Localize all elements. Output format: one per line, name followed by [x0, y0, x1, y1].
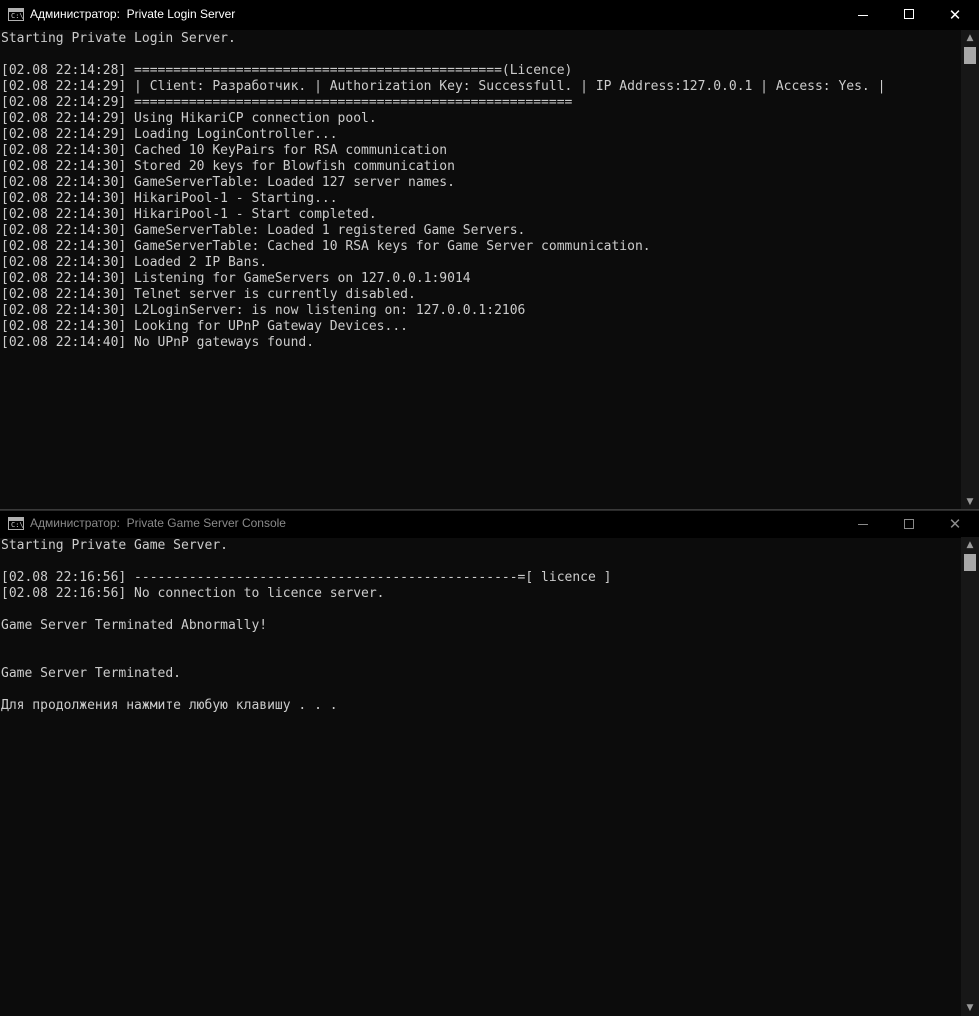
console-line: [02.08 22:14:29] Using HikariCP connecti…: [1, 111, 377, 126]
console-line: [02.08 22:14:30] HikariPool-1 - Start co…: [1, 207, 377, 222]
maximize-button[interactable]: [886, 0, 932, 30]
console-line: [02.08 22:16:56] -----------------------…: [1, 570, 612, 585]
minimize-button[interactable]: [840, 0, 886, 30]
scrollbar-thumb[interactable]: [964, 47, 976, 64]
console-line: Для продолжения нажмите любую клавишу . …: [1, 698, 338, 713]
scroll-down-icon[interactable]: ▼: [961, 494, 979, 510]
console-line: Starting Private Login Server.: [1, 31, 236, 46]
maximize-button[interactable]: [886, 511, 932, 538]
console-line: Starting Private Game Server.: [1, 538, 228, 553]
console-line: [02.08 22:14:40] No UPnP gateways found.: [1, 335, 315, 350]
scroll-down-icon[interactable]: ▼: [961, 1000, 979, 1016]
close-icon: ✕: [948, 515, 962, 533]
console-line: Game Server Terminated Abnormally!: [1, 618, 268, 633]
minimize-icon: [858, 524, 868, 525]
scrollbar-thumb[interactable]: [964, 554, 976, 571]
game-server-window: C:\ Администратор: Private Game Server C…: [0, 510, 979, 1016]
console-line: [02.08 22:14:30] GameServerTable: Loaded…: [1, 223, 526, 238]
console-line: [02.08 22:14:29] | Client: Разработчик. …: [1, 79, 886, 94]
title-bar[interactable]: C:\ Администратор: Private Login Server …: [0, 0, 979, 30]
console-line: [02.08 22:16:56] No connection to licenc…: [1, 586, 385, 601]
close-button[interactable]: ✕: [932, 511, 978, 538]
console-line: [02.08 22:14:28] =======================…: [1, 63, 573, 78]
minimize-icon: [858, 15, 868, 16]
vertical-scrollbar[interactable]: ▲ ▼: [961, 30, 979, 510]
console-line: Game Server Terminated.: [1, 666, 182, 681]
console-output[interactable]: Starting Private Game Server. [02.08 22:…: [0, 537, 961, 1016]
vertical-scrollbar[interactable]: ▲ ▼: [961, 537, 979, 1016]
console-line: [02.08 22:14:30] Stored 20 keys for Blow…: [1, 159, 455, 174]
console-line: [02.08 22:14:30] GameServerTable: Loaded…: [1, 175, 455, 190]
scroll-up-icon[interactable]: ▲: [961, 537, 979, 553]
close-button[interactable]: ✕: [932, 0, 978, 30]
console-line: [02.08 22:14:30] GameServerTable: Cached…: [1, 239, 651, 254]
console-icon[interactable]: C:\: [8, 517, 24, 530]
close-icon: ✕: [948, 6, 962, 24]
console-line: [02.08 22:14:30] L2LoginServer: is now l…: [1, 303, 526, 318]
minimize-button[interactable]: [840, 511, 886, 538]
title-bar[interactable]: C:\ Администратор: Private Game Server C…: [0, 510, 979, 538]
scroll-up-icon[interactable]: ▲: [961, 30, 979, 46]
login-server-window: C:\ Администратор: Private Login Server …: [0, 0, 979, 510]
console-line: [02.08 22:14:30] Loaded 2 IP Bans.: [1, 255, 268, 270]
console-line: [02.08 22:14:30] Telnet server is curren…: [1, 287, 416, 302]
console-output[interactable]: Starting Private Login Server. [02.08 22…: [0, 30, 961, 510]
maximize-icon: [904, 519, 914, 529]
window-title: Администратор: Private Login Server: [30, 7, 236, 21]
console-line: [02.08 22:14:29] =======================…: [1, 95, 573, 110]
window-title: Администратор: Private Game Server Conso…: [30, 516, 286, 530]
console-line: [02.08 22:14:30] Cached 10 KeyPairs for …: [1, 143, 448, 158]
console-line: [02.08 22:14:30] Listening for GameServe…: [1, 271, 471, 286]
console-icon[interactable]: C:\: [8, 8, 24, 21]
console-line: [02.08 22:14:29] Loading LoginController…: [1, 127, 338, 142]
console-line: [02.08 22:14:30] Looking for UPnP Gatewa…: [1, 319, 408, 334]
maximize-icon: [904, 9, 914, 19]
console-line: [02.08 22:14:30] HikariPool-1 - Starting…: [1, 191, 338, 206]
